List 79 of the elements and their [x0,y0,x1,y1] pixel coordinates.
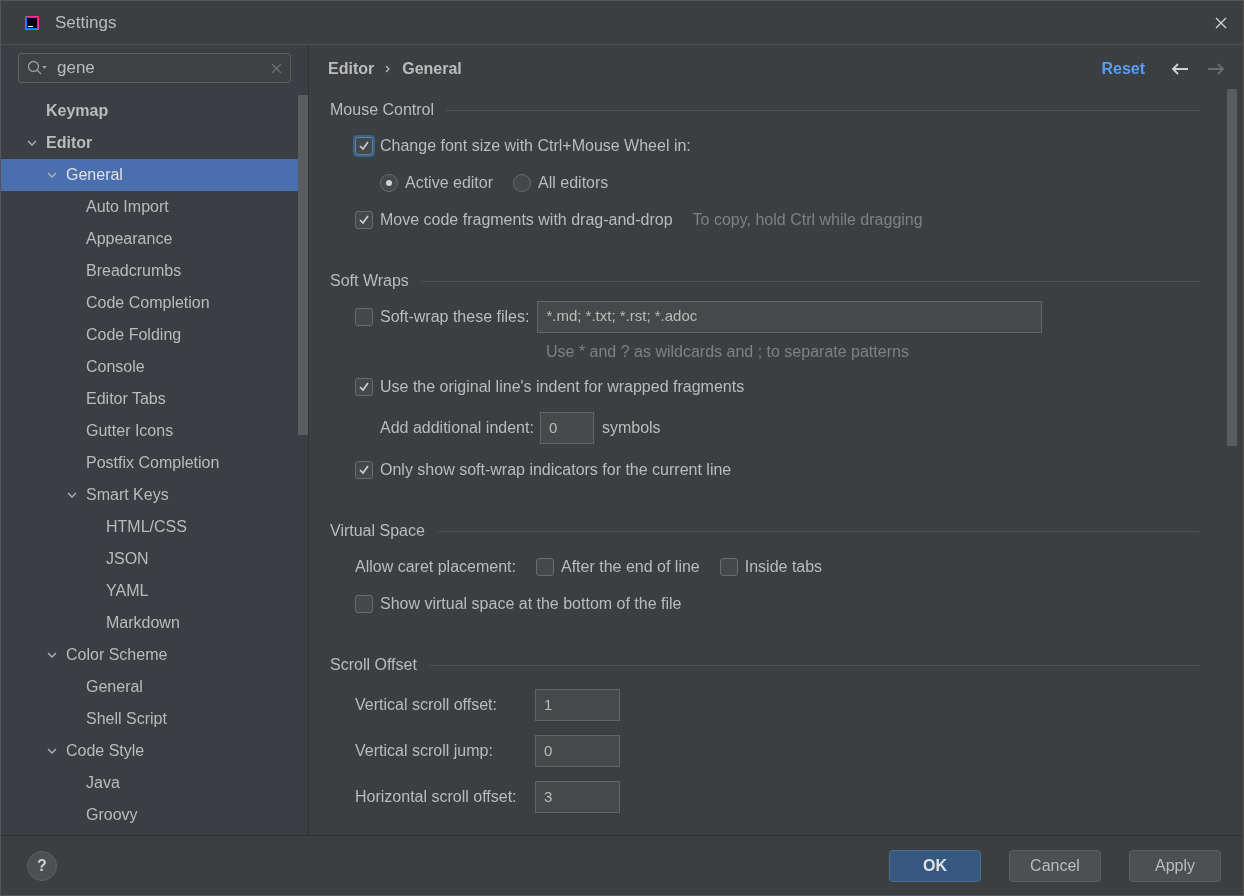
tree-item[interactable]: Editor [1,127,298,159]
field-label: Vertical scroll offset: [355,695,498,715]
checkbox-label[interactable]: Show virtual space at the bottom of the file [380,591,682,616]
tree-item[interactable]: YAML [1,575,298,607]
reset-link[interactable]: Reset [1101,57,1145,81]
text-field[interactable]: *.md; *.txt; *.rst; *.adoc [537,300,1043,333]
field-label: Allow caret placement: [355,556,516,577]
checkbox-label[interactable]: Only show soft-wrap indicators for the current line [380,457,732,482]
section-title: Soft Wraps [330,271,409,291]
breadcrumb-item[interactable]: General [402,57,462,81]
tree-item[interactable]: JSON [1,543,298,575]
radio-button[interactable] [380,173,398,192]
checkmark-icon [358,213,370,226]
tree-item[interactable]: Auto Import [1,191,298,223]
search-field[interactable]: gene [18,53,291,83]
checkbox[interactable] [355,594,373,613]
checkbox-label[interactable]: Soft-wrap these files: [380,304,530,329]
section-title: Mouse Control [330,100,435,120]
close-icon[interactable] [1215,16,1227,29]
text-field[interactable]: 0 [535,735,620,767]
window-title: Settings [55,11,117,34]
dialog-button[interactable]: Apply [1129,849,1221,882]
radio-label[interactable]: Active editor [405,170,494,195]
tree-item[interactable]: General [1,671,298,703]
tree-item[interactable]: Smart Keys [1,479,298,511]
tree-item[interactable]: Markdown [1,607,298,639]
section-title: Scroll Offset [330,655,417,675]
checkbox-label[interactable]: Use the original line's indent for wrapped fragments [380,374,745,399]
dialog-button[interactable]: OK [889,849,981,882]
checkmark-icon [358,380,370,393]
checkbox[interactable] [355,377,373,396]
section-title: Virtual Space [330,521,425,541]
tree-item[interactable]: HTML/CSS [1,511,298,543]
checkbox-label[interactable]: Inside tabs [744,554,823,579]
tree-item[interactable]: General [1,159,298,191]
unit-label: symbols [601,418,661,438]
scrollbar-thumb[interactable] [1227,89,1237,446]
tree-item[interactable]: Code Style [1,735,298,767]
tree-item[interactable]: Editor Tabs [1,383,298,415]
field-label: Vertical scroll jump: [355,741,494,761]
tree-item[interactable]: Code Folding [1,319,298,351]
checkbox[interactable] [355,210,373,229]
text-field[interactable]: 0 [539,412,594,444]
hint-text: Use * and ? as wildcards and ; to separate patterns [546,341,909,362]
checkmark-icon [358,139,370,152]
hint-text: To copy, hold Ctrl while dragging [692,209,923,230]
breadcrumb-item[interactable]: Editor [328,57,375,81]
checkbox-label[interactable]: Change font size with Ctrl+Mouse Wheel in: [380,133,691,158]
app-logo-icon [25,15,39,30]
checkbox-label[interactable]: Move code fragments with drag-and-drop [380,207,673,232]
radio-button[interactable] [513,173,532,192]
tree-item[interactable]: Keymap [1,95,298,127]
help-button[interactable]: ? [27,850,57,881]
tree-item[interactable]: Code Completion [1,287,298,319]
checkbox[interactable] [355,307,373,326]
back-arrow-icon[interactable] [1171,62,1189,76]
checkmark-icon [358,463,370,476]
tree-item[interactable]: Console [1,351,298,383]
checkbox[interactable] [719,557,738,576]
dialog-button[interactable]: Cancel [1009,849,1101,882]
checkbox[interactable] [355,136,373,155]
scrollbar-thumb[interactable] [298,95,308,435]
search-icon [27,60,49,76]
field-label: Add additional indent: [380,418,534,438]
tree-item[interactable]: Groovy [1,799,298,831]
checkbox-label[interactable]: After the end of line [560,554,700,579]
tree-item[interactable]: Breadcrumbs [1,255,298,287]
tree-item[interactable]: Color Scheme [1,639,298,671]
tree-item[interactable]: Gutter Icons [1,415,298,447]
checkbox[interactable] [535,557,554,576]
checkbox[interactable] [355,460,373,479]
radio-label[interactable]: All editors [538,170,609,195]
tree-item[interactable]: Java [1,767,298,799]
text-field[interactable]: 1 [535,689,620,721]
tree-item[interactable]: Postfix Completion [1,447,298,479]
text-field[interactable]: 3 [535,781,620,813]
tree-item[interactable]: Shell Script [1,703,298,735]
tree-item[interactable]: Appearance [1,223,298,255]
field-label: Horizontal scroll offset: [355,787,518,807]
